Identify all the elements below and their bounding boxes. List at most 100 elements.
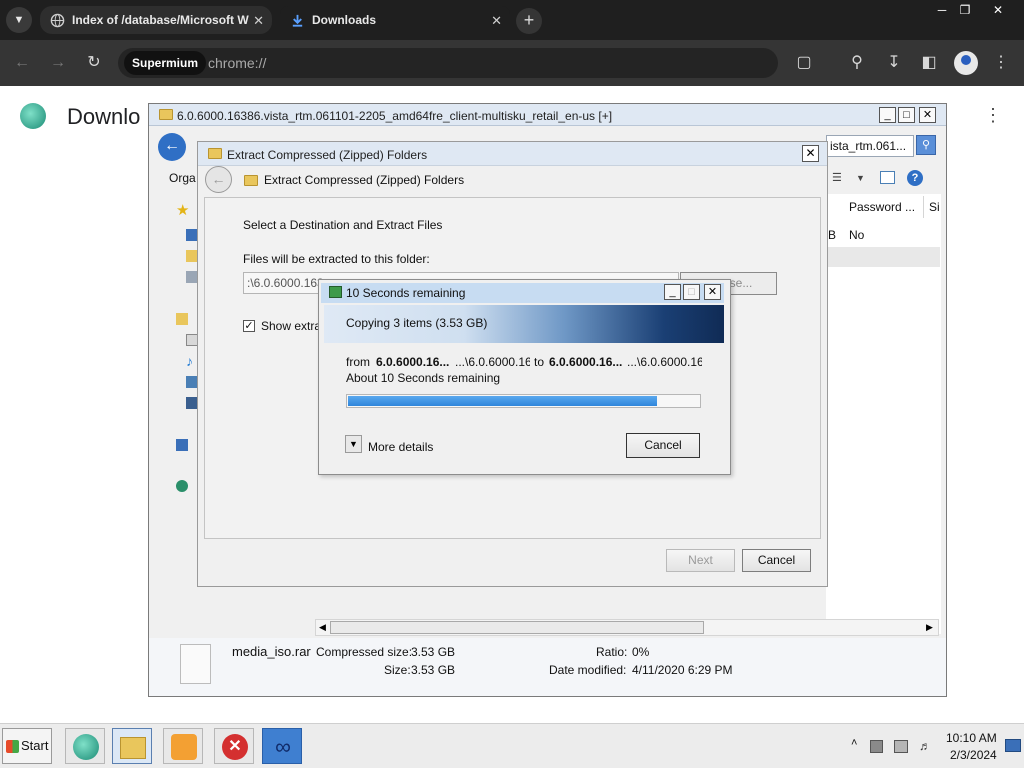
side-panel-icon[interactable]: ◧ — [918, 52, 940, 74]
minimize-icon[interactable]: _ — [664, 284, 681, 300]
supermium-logo-icon — [73, 734, 99, 760]
minimize-icon[interactable]: _ — [879, 107, 896, 123]
date-modified-label: Date modified: — [549, 663, 627, 677]
taskbar-infinity-app[interactable]: ∞ — [262, 728, 302, 764]
maximize-icon[interactable]: □ — [683, 284, 700, 300]
page-menu-icon[interactable]: ⋮ — [984, 104, 1002, 126]
column-header-size[interactable]: Si — [925, 196, 941, 218]
favorites-star-icon[interactable]: ★ — [176, 203, 189, 218]
date-modified-value: 4/11/2020 6:29 PM — [632, 663, 733, 677]
close-tab-icon[interactable]: ✕ — [249, 6, 264, 34]
reload-icon[interactable]: ↻ — [83, 52, 105, 74]
tab-title: Index of /database/Microsoft W — [72, 13, 249, 27]
show-extracted-label: Show extra — [261, 319, 322, 333]
error-x-icon: ✕ — [222, 734, 248, 760]
view-options-icon[interactable]: ☰ — [832, 172, 844, 184]
wizard-close-icon[interactable]: ✕ — [802, 145, 819, 162]
libraries-icon[interactable] — [176, 313, 188, 325]
action-center-icon[interactable] — [870, 740, 883, 753]
wizard-title: Extract Compressed (Zipped) Folders — [227, 148, 428, 162]
supermium-logo-icon — [20, 103, 46, 129]
browser-tab-bar: ▼ Index of /database/Microsoft W ✕ Downl… — [0, 0, 1024, 40]
copy-progress-bar — [346, 394, 701, 408]
scroll-right-icon[interactable]: ▶ — [926, 620, 933, 635]
more-details-chevron-icon[interactable]: ▼ — [345, 435, 362, 453]
close-window-icon[interactable]: ✕ — [983, 2, 1013, 18]
wizard-back-icon[interactable]: ← — [205, 166, 232, 193]
copy-to-path: ...\6.0.6000.163 — [627, 355, 702, 369]
help-icon[interactable]: ? — [907, 170, 923, 186]
network-icon[interactable] — [176, 480, 188, 492]
address-bar[interactable]: Supermium chrome:// — [118, 48, 778, 78]
page-title: Downlo — [67, 104, 141, 129]
cell-password: No — [849, 228, 865, 242]
extensions-puzzle-icon[interactable]: ▢ — [793, 52, 815, 74]
show-hidden-icons-icon[interactable]: ˄ — [851, 737, 857, 749]
close-tab-icon[interactable]: ✕ — [491, 6, 502, 35]
copy-to-name[interactable]: 6.0.6000.16... — [549, 355, 622, 369]
start-button[interactable]: Start — [2, 728, 52, 764]
maximize-icon[interactable]: □ — [898, 107, 915, 123]
clock-date[interactable]: 2/3/2024 — [950, 748, 997, 762]
show-desktop-icon[interactable] — [1005, 739, 1021, 752]
taskbar-supermium[interactable] — [65, 728, 105, 764]
downloads-toolbar-icon[interactable]: ↧ — [883, 52, 905, 74]
explorer-address-bar[interactable]: ista_rtm.061... — [826, 135, 914, 157]
download-icon — [292, 14, 303, 27]
taskbar-error-app[interactable]: ✕ — [214, 728, 254, 764]
wizard-subtitle: Select a Destination and Extract Files — [243, 218, 443, 232]
infinity-icon: ∞ — [275, 734, 291, 759]
explorer-back-icon[interactable]: ← — [158, 133, 186, 161]
forward-arrow-icon[interactable]: → — [47, 52, 69, 74]
horizontal-scrollbar[interactable]: ◀ ▶ — [315, 619, 939, 636]
column-header-password[interactable]: Password ... — [843, 196, 924, 218]
close-icon[interactable]: ✕ — [919, 107, 936, 123]
next-button[interactable]: Next — [666, 549, 735, 572]
details-filename: media_iso.rar — [232, 644, 311, 659]
destination-label: Files will be extracted to this folder: — [243, 252, 430, 266]
tab-search-chevron-icon[interactable]: ▼ — [6, 7, 32, 33]
view-dropdown-icon[interactable]: ▼ — [856, 172, 868, 184]
restore-window-icon[interactable]: ❐ — [950, 2, 980, 18]
copy-dialog-title: 10 Seconds remaining — [346, 286, 466, 300]
back-arrow-icon[interactable]: ← — [11, 52, 33, 74]
zip-folder-icon — [208, 148, 222, 159]
close-icon[interactable]: ✕ — [704, 284, 721, 300]
volume-icon[interactable]: ♬ — [919, 739, 931, 753]
browser-name-chip[interactable]: Supermium — [124, 51, 207, 75]
ratio-value: 0% — [632, 645, 650, 659]
wizard-titlebar[interactable]: Extract Compressed (Zipped) Folders — [198, 142, 827, 166]
url-text[interactable]: chrome:// — [208, 48, 266, 78]
profile-avatar-icon[interactable] — [954, 51, 978, 75]
computer-icon[interactable] — [176, 439, 188, 451]
labs-flask-icon[interactable]: ⚲ — [846, 52, 868, 74]
more-details-label[interactable]: More details — [368, 440, 433, 454]
taskbar-explorer[interactable] — [112, 728, 152, 764]
search-icon[interactable]: ⚲ — [916, 135, 936, 155]
copy-from-label: from — [346, 355, 370, 369]
tab-downloads[interactable]: Downloads ✕ — [280, 6, 510, 35]
compressed-size-value: 3.53 GB — [411, 645, 456, 659]
copy-from-name[interactable]: 6.0.6000.16... — [376, 355, 449, 369]
cell-size: B — [828, 228, 837, 242]
copy-progress-fill — [348, 396, 657, 406]
show-extracted-checkbox[interactable]: ✓ — [243, 320, 255, 332]
clock-time[interactable]: 10:10 AM — [946, 731, 997, 745]
copy-dialog-icon — [329, 286, 342, 298]
explorer-titlebar[interactable]: 6.0.6000.16386.vista_rtm.061101-2205_amd… — [149, 104, 946, 126]
organize-menu[interactable]: Orga — [169, 171, 196, 185]
wizard-cancel-button[interactable]: Cancel — [742, 549, 811, 572]
folder-icon — [120, 737, 146, 759]
scrollbar-thumb[interactable] — [330, 621, 704, 634]
copy-cancel-button[interactable]: Cancel — [626, 433, 700, 458]
browser-menu-icon[interactable]: ⋮ — [990, 52, 1012, 74]
network-tray-icon[interactable] — [894, 740, 908, 753]
preview-pane-icon[interactable] — [880, 171, 895, 184]
tab-index-database[interactable]: Index of /database/Microsoft W ✕ — [40, 6, 272, 34]
time-remaining: About 10 Seconds remaining — [346, 371, 501, 385]
new-tab-button[interactable]: + — [516, 8, 542, 34]
taskbar-media-player[interactable] — [163, 728, 203, 764]
size-label: Size: — [384, 663, 411, 677]
list-item[interactable] — [828, 247, 940, 267]
scroll-left-icon[interactable]: ◀ — [319, 620, 326, 635]
